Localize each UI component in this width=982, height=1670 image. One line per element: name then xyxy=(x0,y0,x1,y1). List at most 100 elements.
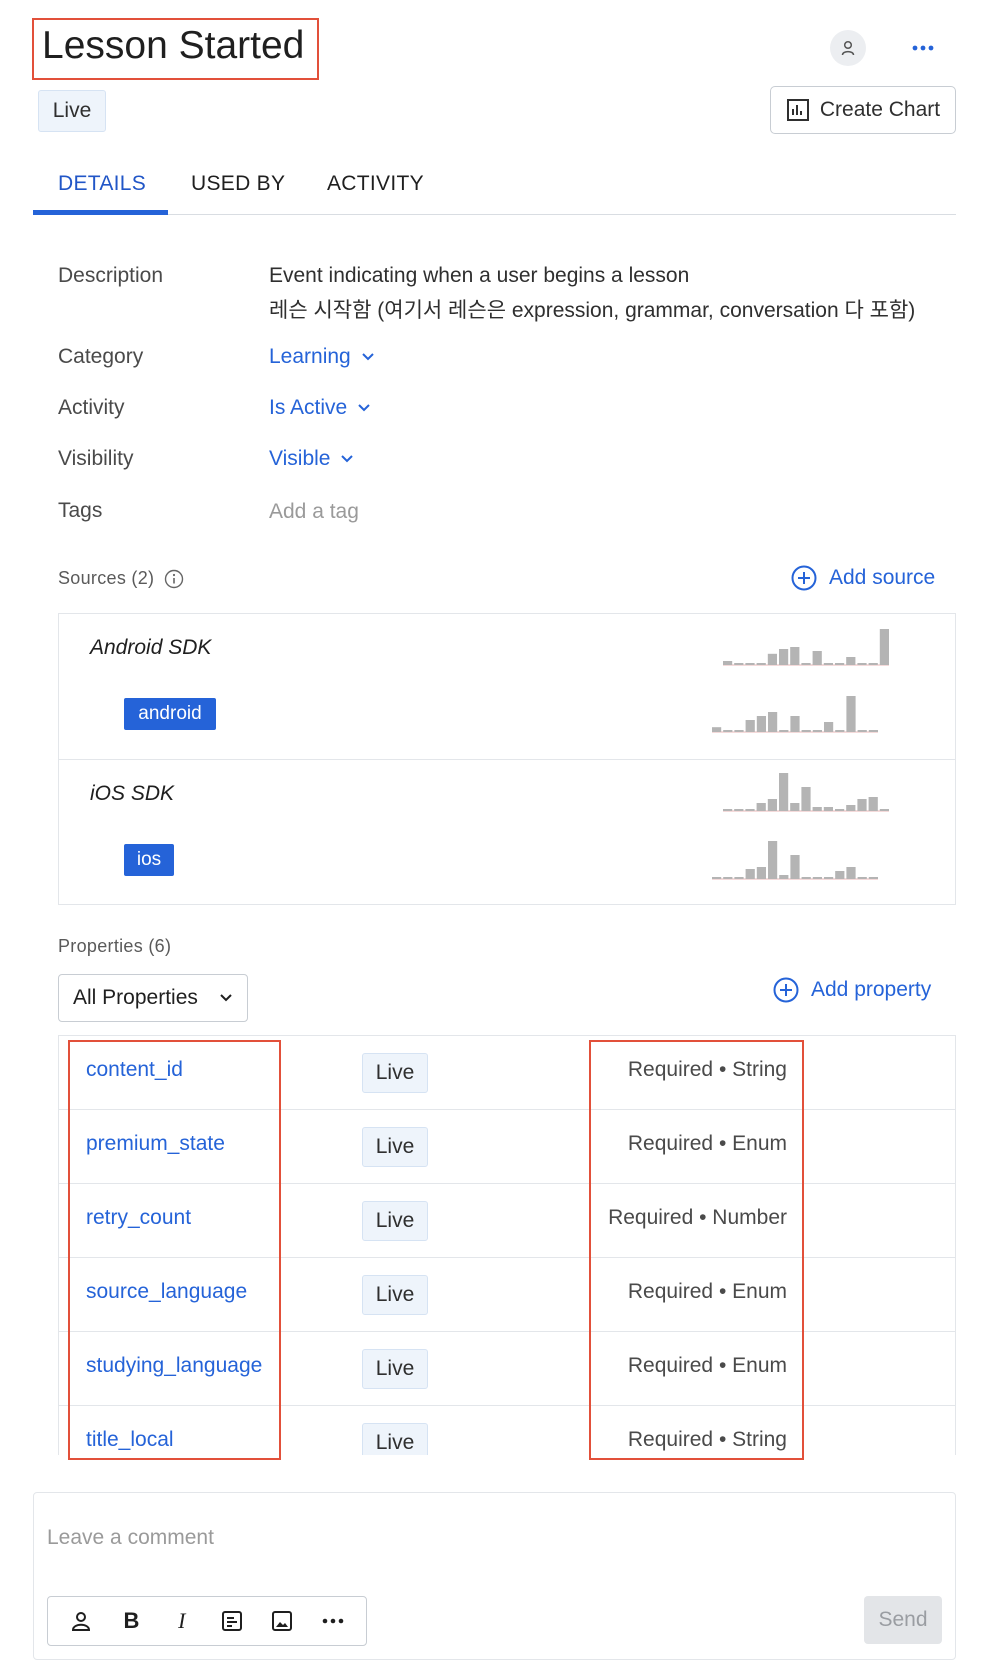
sparkline-bar xyxy=(779,773,789,811)
description-line-1: Event indicating when a user begins a le… xyxy=(269,264,690,287)
chart-icon xyxy=(786,99,809,121)
send-button[interactable]: Send xyxy=(864,1596,942,1644)
property-status-badge: Live xyxy=(362,1349,428,1389)
more-button[interactable] xyxy=(905,30,941,66)
sparkline-bar xyxy=(835,730,845,732)
sparkline-bar xyxy=(723,809,733,811)
add-property-button[interactable]: Add property xyxy=(773,977,931,1003)
sources-divider xyxy=(59,759,955,760)
property-row[interactable]: title_local Live Required • String xyxy=(59,1406,955,1455)
sparkline-bar xyxy=(846,657,856,665)
sparkline-bar xyxy=(734,809,744,811)
platform-badge-ios[interactable]: ios xyxy=(124,844,174,876)
sparkline-bar xyxy=(801,663,811,665)
sparkline-bar xyxy=(779,649,789,665)
italic-button[interactable]: I xyxy=(165,1604,199,1638)
property-row[interactable]: studying_language Live Required • Enum xyxy=(59,1332,955,1406)
sparkline-bar xyxy=(846,805,856,811)
sparkline-bar xyxy=(745,809,755,811)
event-status-badge: Live xyxy=(38,90,106,132)
sparkline-bar xyxy=(767,653,777,665)
sparkline-bar xyxy=(790,647,800,665)
comment-input[interactable] xyxy=(47,1508,927,1568)
property-type: Required • String xyxy=(627,1058,787,1081)
more-icon xyxy=(912,45,934,51)
properties-table: content_id Live Required • String premiu… xyxy=(58,1035,956,1455)
sparkline-bar xyxy=(801,877,811,879)
visibility-value: Visible xyxy=(269,447,331,470)
sparkline-bar xyxy=(812,730,822,732)
chevron-down-icon xyxy=(362,353,374,361)
sparkline-bar xyxy=(835,663,845,665)
block-format-button[interactable] xyxy=(215,1604,249,1638)
property-name[interactable]: premium_state xyxy=(86,1132,225,1156)
property-row[interactable]: source_language Live Required • Enum xyxy=(59,1258,955,1332)
visibility-label: Visibility xyxy=(58,447,134,470)
add-source-button[interactable]: Add source xyxy=(791,565,935,591)
sparkline-bar xyxy=(824,722,834,732)
category-dropdown[interactable]: Learning xyxy=(269,345,375,369)
sparkline-bar xyxy=(879,629,889,665)
sparkline-bar xyxy=(767,799,777,811)
activity-dropdown[interactable]: Is Active xyxy=(269,396,371,420)
sparkline-bar xyxy=(756,663,766,665)
sparkline-bar xyxy=(756,716,766,732)
more-options-button[interactable] xyxy=(316,1604,350,1638)
sparkline-bar xyxy=(846,867,856,879)
sparkline-bar xyxy=(846,696,856,732)
sparkline-bar xyxy=(801,787,811,811)
sparkline-bar xyxy=(868,877,878,879)
add-source-label: Add source xyxy=(829,566,936,589)
property-name[interactable]: retry_count xyxy=(86,1206,191,1230)
info-icon[interactable] xyxy=(164,569,184,589)
property-type: Required • Number xyxy=(608,1206,787,1229)
tab-activity[interactable]: ACTIVITY xyxy=(327,172,424,196)
property-row[interactable]: retry_count Live Required • Number xyxy=(59,1184,955,1258)
sparkline-bar xyxy=(868,730,878,732)
visibility-dropdown[interactable]: Visible xyxy=(269,447,354,471)
plus-circle-icon xyxy=(791,565,817,591)
sparkline-bar xyxy=(723,661,733,665)
sparkline-bar xyxy=(812,877,822,879)
tab-details[interactable]: DETAILS xyxy=(58,172,146,196)
property-row[interactable]: premium_state Live Required • Enum xyxy=(59,1110,955,1184)
bold-button[interactable]: B xyxy=(114,1604,148,1638)
sparkline-bar xyxy=(868,663,878,665)
insert-image-button[interactable] xyxy=(265,1604,299,1638)
sparkline-bar xyxy=(790,716,800,732)
active-tab-indicator xyxy=(33,210,168,215)
sparkline-bar xyxy=(745,869,755,879)
activity-label: Activity xyxy=(58,396,125,419)
description-line-2: 레슨 시작함 (여기서 레슨은 expression, grammar, con… xyxy=(269,299,916,322)
sparkline-ios xyxy=(712,841,878,880)
sparkline-bar xyxy=(779,875,789,879)
property-row[interactable]: content_id Live Required • String xyxy=(59,1036,955,1110)
sparkline-bar xyxy=(824,877,834,879)
source-name-ios: iOS SDK xyxy=(90,782,175,805)
property-type: Required • String xyxy=(627,1428,787,1451)
property-type: Required • Enum xyxy=(627,1354,787,1377)
tab-used-by[interactable]: USED BY xyxy=(191,172,285,196)
more-icon xyxy=(322,1618,344,1624)
mention-user-icon xyxy=(72,1612,91,1631)
sparkline-ios-sdk xyxy=(723,773,889,812)
create-chart-button[interactable]: Create Chart xyxy=(770,86,956,134)
sparkline-bar xyxy=(790,803,800,811)
sparkline-bar xyxy=(734,877,744,879)
platform-badge-android[interactable]: android xyxy=(124,698,216,730)
property-name[interactable]: title_local xyxy=(86,1428,174,1452)
sparkline-android-sdk xyxy=(723,629,889,666)
property-name[interactable]: source_language xyxy=(86,1280,247,1304)
properties-filter-select[interactable]: All Properties xyxy=(58,974,248,1022)
image-icon xyxy=(272,1611,293,1631)
sparkline-bar xyxy=(801,730,811,732)
sparkline-bar xyxy=(712,877,722,879)
property-name[interactable]: studying_language xyxy=(86,1354,262,1378)
sparkline-bar xyxy=(723,877,733,879)
sparkline-bar xyxy=(768,712,778,732)
user-icon xyxy=(841,40,855,56)
property-name[interactable]: content_id xyxy=(86,1058,183,1082)
mention-button[interactable] xyxy=(64,1604,98,1638)
user-button[interactable] xyxy=(830,30,866,66)
add-tag-input[interactable]: Add a tag xyxy=(269,500,359,524)
